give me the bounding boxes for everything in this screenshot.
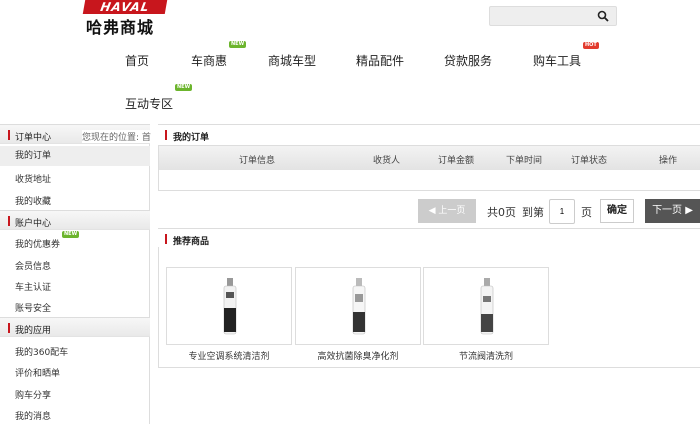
nav-accessories-label: 精品配件 [356, 54, 405, 68]
recommend-title: 推荐商品 [173, 237, 210, 247]
search-box [489, 6, 617, 26]
orders-header: 我的订单 [158, 124, 700, 144]
orders-table-header: 订单信息 收货人 订单金额 下单时间 订单状态 操作 [159, 146, 700, 170]
nav-dealer-deals[interactable]: 车商惠 NEW [191, 41, 247, 69]
product-name[interactable]: 专业空调系统清洁剂 [166, 349, 292, 362]
sidebar-item-label: 我的优惠券 [15, 240, 61, 250]
breadcrumb: 您现在的位置: 首 [82, 130, 151, 143]
sidebar-section-title: 账户中心 [15, 219, 52, 229]
sidebar-section-title: 订单中心 [15, 133, 52, 143]
sidebar-item-messages[interactable]: 我的消息 [15, 409, 51, 422]
new-badge: NEW [175, 84, 193, 91]
product-image[interactable] [423, 267, 549, 345]
section-marker [165, 130, 167, 140]
page-goto-label: 到第 [522, 206, 544, 219]
page-unit-label: 页 [581, 206, 592, 219]
section-marker [8, 130, 10, 140]
nav-home[interactable]: 首页 [125, 52, 149, 69]
nav-buy-tools-label: 购车工具 [533, 54, 582, 68]
sidebar-item-owner-verify[interactable]: 车主认证 [15, 280, 51, 293]
next-page-button[interactable]: 下一页 ▶ [645, 199, 700, 223]
sidebar-section-account: 账户中心 [0, 210, 150, 230]
sidebar-item-360-config[interactable]: 我的360配车 [15, 345, 68, 358]
new-badge: NEW [229, 41, 247, 48]
nav-home-label: 首页 [125, 54, 150, 68]
logo-brand: HAVAL [82, 0, 168, 14]
sidebar: 订单中心 我的订单 收货地址 我的收藏 账户中心 我的优惠券 NEW 会员信息 … [0, 124, 150, 424]
orders-title: 我的订单 [173, 133, 210, 143]
haval-logo[interactable]: HAVAL 哈弗商城 [82, 0, 168, 37]
sidebar-item-my-orders[interactable]: 我的订单 [0, 146, 150, 166]
col-order-info: 订单信息 [239, 156, 276, 166]
sidebar-item-share[interactable]: 购车分享 [15, 388, 51, 401]
col-amount: 订单金额 [438, 156, 475, 166]
col-actions: 操作 [659, 156, 678, 166]
spray-can-icon [223, 278, 237, 335]
section-marker [8, 323, 10, 333]
sidebar-item-coupons[interactable]: 我的优惠券 NEW [15, 231, 80, 250]
nav-loan-service-label: 贷款服务 [444, 54, 493, 68]
sidebar-item-member-info[interactable]: 会员信息 [15, 259, 51, 272]
logo-cn: 哈弗商城 [86, 18, 155, 37]
sidebar-section-title: 我的应用 [15, 326, 52, 336]
spray-can-icon [352, 278, 366, 335]
product-name[interactable]: 高效抗菌除臭净化剂 [295, 349, 421, 362]
product-image[interactable] [295, 267, 421, 345]
recommend-header: 推荐商品 [158, 228, 700, 248]
product-name[interactable]: 节流阀清洗剂 [423, 349, 549, 362]
section-marker [165, 234, 167, 244]
spray-can-icon [480, 278, 494, 335]
section-marker [8, 216, 10, 226]
page-total: 共0页 [487, 206, 516, 219]
search-icon[interactable] [596, 9, 610, 23]
page-number-input[interactable] [549, 199, 575, 224]
confirm-page-button[interactable]: 确定 [600, 199, 634, 223]
nav-dealer-deals-label: 车商惠 [191, 54, 228, 68]
next-page-label: 下一页 [652, 205, 683, 216]
sidebar-item-address[interactable]: 收货地址 [15, 172, 51, 185]
new-badge: NEW [62, 231, 80, 238]
orders-table: 订单信息 收货人 订单金额 下单时间 订单状态 操作 [158, 145, 700, 191]
nav-accessories[interactable]: 精品配件 [356, 52, 404, 69]
nav-interactive-zone-label: 互动专区 [125, 97, 174, 111]
prev-page-button[interactable]: ◀ 上一页 [418, 199, 476, 223]
nav-interactive-zone[interactable]: 互动专区 NEW [125, 84, 193, 112]
sidebar-section-apps: 我的应用 [0, 317, 150, 337]
product-image[interactable] [166, 267, 292, 345]
col-recipient: 收货人 [373, 156, 401, 166]
product-card[interactable]: 专业空调系统清洁剂 [166, 267, 292, 362]
product-card[interactable]: 高效抗菌除臭净化剂 [295, 267, 421, 362]
sidebar-item-reviews[interactable]: 评价和晒单 [15, 366, 60, 379]
sidebar-item-favorites[interactable]: 我的收藏 [15, 194, 51, 207]
sidebar-item-account-security[interactable]: 账号安全 [15, 301, 51, 314]
hot-badge: HOT [583, 42, 599, 49]
col-order-time: 下单时间 [506, 156, 543, 166]
product-card[interactable]: 节流阀清洗剂 [423, 267, 549, 362]
col-status: 订单状态 [571, 156, 608, 166]
nav-buy-tools[interactable]: 购车工具 HOT [533, 42, 599, 69]
prev-page-label: 上一页 [438, 206, 466, 216]
nav-car-models[interactable]: 商城车型 [268, 52, 316, 69]
nav-loan-service[interactable]: 贷款服务 [444, 52, 492, 69]
search-input[interactable] [490, 7, 590, 25]
nav-car-models-label: 商城车型 [268, 54, 317, 68]
